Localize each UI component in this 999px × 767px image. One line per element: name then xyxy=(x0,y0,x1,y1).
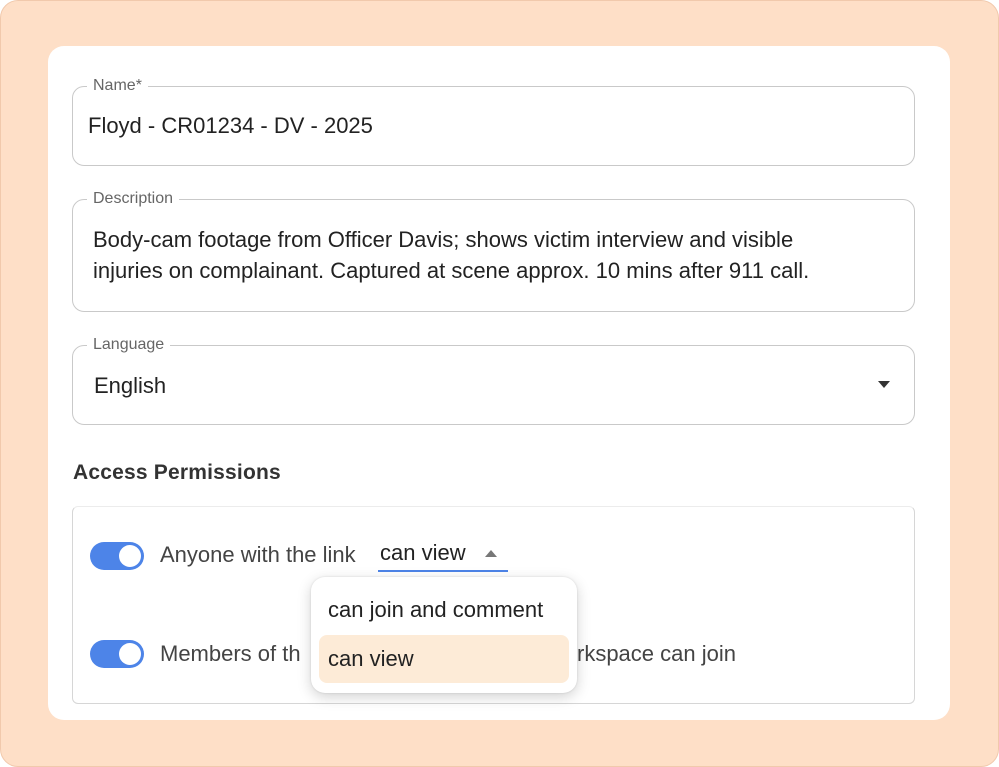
link-permission-select[interactable]: can view xyxy=(378,536,508,572)
workspace-access-toggle[interactable] xyxy=(90,640,144,668)
form-card: Name* Floyd - CR01234 - DV - 2025 Descri… xyxy=(48,46,950,720)
description-field[interactable]: Description Body-cam footage from Office… xyxy=(72,189,915,312)
permission-dropdown-menu: can join and comment can view xyxy=(311,577,577,693)
description-line-2: injuries on complainant. Captured at sce… xyxy=(93,258,810,283)
name-field[interactable]: Name* Floyd - CR01234 - DV - 2025 xyxy=(72,76,915,166)
link-permission-value: can view xyxy=(380,540,466,565)
menu-item-can-view[interactable]: can view xyxy=(319,635,569,683)
toggle-knob xyxy=(119,643,141,665)
toggle-knob xyxy=(119,545,141,567)
chevron-up-icon[interactable] xyxy=(485,550,497,557)
name-value: Floyd - CR01234 - DV - 2025 xyxy=(88,113,373,138)
description-line-1: Body-cam footage from Officer Davis; sho… xyxy=(93,227,794,252)
workspace-access-text-start: Members of th xyxy=(160,641,301,666)
language-value: English xyxy=(94,373,167,398)
workspace-access-text-end: rkspace can join xyxy=(577,641,736,666)
description-label: Description xyxy=(87,189,180,209)
menu-item-can-join-and-comment[interactable]: can join and comment xyxy=(319,586,569,634)
access-permissions-heading: Access Permissions xyxy=(73,461,281,484)
language-label: Language xyxy=(87,335,171,355)
link-access-toggle[interactable] xyxy=(90,542,144,570)
language-select[interactable]: Language English xyxy=(72,335,915,425)
name-label: Name* xyxy=(87,76,148,96)
chevron-down-icon[interactable] xyxy=(878,381,890,388)
link-access-text: Anyone with the link xyxy=(160,542,356,567)
